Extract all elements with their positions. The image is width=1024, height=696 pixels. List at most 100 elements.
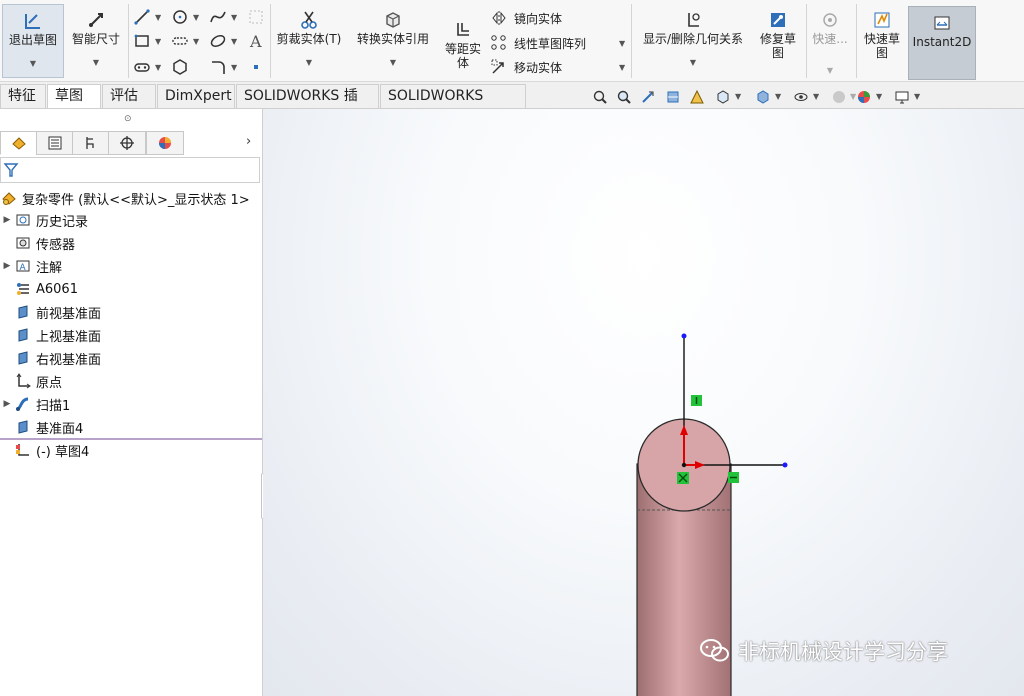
tab-dimxpert[interactable]: DimXpert (157, 84, 235, 108)
panel-grip-icon[interactable]: ⊙ (124, 114, 132, 124)
ellipse-dropdown-icon[interactable]: ▼ (231, 37, 237, 46)
tree-item-material[interactable]: A6061 (0, 278, 78, 300)
tab-sketch[interactable]: 草图 (47, 84, 101, 108)
fillet-dropdown-icon[interactable]: ▼ (231, 63, 237, 72)
text-tool-icon[interactable]: A (246, 31, 266, 51)
linear-pattern-button[interactable]: 线性草图阵列 (490, 33, 586, 53)
configuration-manager-tab-icon[interactable] (72, 131, 110, 155)
tree-item-plane4[interactable]: 基准面4 (0, 416, 83, 438)
tree-item-front-plane[interactable]: 前视基准面 (0, 301, 101, 323)
expand-arrow-icon[interactable]: ▶ (0, 261, 14, 271)
tree-item-sweep[interactable]: ▶ 扫描1 (0, 393, 70, 415)
view-settings-icon[interactable] (893, 88, 911, 106)
slot-tool-icon[interactable] (170, 31, 190, 51)
tree-item-history[interactable]: ▶ 历史记录 (0, 209, 88, 231)
feature-manager-tab-icon[interactable] (0, 131, 38, 155)
tree-filter-bar[interactable] (0, 157, 260, 183)
sketch-canvas[interactable] (263, 109, 1024, 696)
tab-features[interactable]: 特征 (0, 84, 46, 108)
smart-dimension-dropdown-icon[interactable]: ▼ (93, 56, 99, 70)
repair-sketch-button[interactable]: 修复草 图 (754, 4, 802, 78)
filter-icon[interactable] (3, 162, 19, 178)
slot-dropdown-icon[interactable]: ▼ (193, 37, 199, 46)
panel-tabs-more-icon[interactable]: › (246, 134, 251, 149)
move-entities-button[interactable]: 移动实体 (490, 57, 562, 77)
ellipse-tool-icon[interactable] (208, 31, 228, 51)
display-style-icon[interactable] (754, 88, 772, 106)
circle-tool-icon[interactable] (170, 7, 190, 27)
slot-straight-icon[interactable] (132, 57, 152, 77)
plane-icon (14, 326, 32, 344)
circle-dropdown-icon[interactable]: ▼ (193, 13, 199, 22)
expand-arrow-icon[interactable]: ▶ (0, 399, 14, 409)
section-view-icon[interactable] (664, 88, 682, 106)
hide-show-items-icon[interactable] (792, 88, 810, 106)
exit-sketch-button[interactable]: 退出草图 ▼ (2, 4, 64, 78)
fillet-tool-icon[interactable] (208, 57, 228, 77)
smart-dimension-button[interactable]: 智能尺寸 ▼ (66, 4, 126, 78)
convert-entities-button[interactable]: 转换实体引用 ▼ (350, 4, 436, 78)
offset-entities-button[interactable]: 等距实 体 (440, 14, 486, 74)
tree-item-right-plane[interactable]: 右视基准面 (0, 347, 101, 369)
spline-dropdown-icon[interactable]: ▼ (231, 13, 237, 22)
polygon-tool-icon[interactable] (170, 57, 190, 77)
mirror-entities-label: 镜向实体 (514, 11, 563, 26)
history-icon (14, 211, 32, 229)
move-dropdown-icon[interactable]: ▼ (619, 63, 625, 72)
mirror-icon (492, 11, 506, 25)
display-manager-tab-icon[interactable] (146, 131, 184, 155)
graphics-area[interactable] (263, 109, 1024, 696)
tree-item-label: 扫描1 (36, 398, 71, 414)
rapid-sketch-label-2: 图 (875, 46, 888, 60)
apply-scene-icon[interactable] (855, 88, 873, 106)
display-relations-button[interactable]: 显示/删除几何关系 ▼ (634, 4, 752, 78)
slot-straight-dropdown-icon[interactable]: ▼ (155, 63, 161, 72)
instant2d-button[interactable]: Instant2D (908, 6, 976, 80)
exit-sketch-dropdown-icon[interactable]: ▼ (30, 57, 36, 71)
zoom-area-icon[interactable] (615, 88, 633, 106)
convert-dropdown-icon[interactable]: ▼ (390, 56, 396, 70)
point-tool-icon[interactable] (246, 57, 266, 77)
rectangle-tool-icon[interactable] (132, 31, 152, 51)
rapid-sketch-button[interactable]: 快速草 图 (858, 4, 906, 78)
relations-dropdown-icon[interactable]: ▼ (690, 56, 696, 70)
convert-entities-label: 转换实体引用 (356, 32, 429, 46)
scene-dropdown-icon[interactable]: ▼ (876, 92, 882, 101)
rectangle-dropdown-icon[interactable]: ▼ (155, 37, 161, 46)
previous-view-icon[interactable] (639, 88, 657, 106)
surface-spline-icon[interactable] (246, 7, 266, 27)
zoom-to-fit-icon[interactable] (591, 88, 609, 106)
trim-entities-button[interactable]: 剪裁实体(T) ▼ (272, 4, 346, 78)
tab-evaluate[interactable]: 评估 (102, 84, 156, 108)
display-style-dropdown-icon[interactable]: ▼ (775, 92, 781, 101)
tree-item-top-plane[interactable]: 上视基准面 (0, 324, 101, 346)
quick-snaps-dropdown-icon[interactable]: ▼ (827, 64, 833, 78)
spline-tool-icon[interactable] (208, 7, 228, 27)
dimxpert-manager-tab-icon[interactable] (108, 131, 146, 155)
edit-appearance-icon[interactable] (830, 88, 848, 106)
mirror-entities-button[interactable]: 镜向实体 (490, 8, 562, 28)
origin-point[interactable] (681, 462, 687, 468)
line-tool-icon[interactable] (132, 7, 152, 27)
tree-root-part[interactable]: 复杂零件 (默认<<默认>_显示状态 1> (0, 187, 250, 209)
watermark: 非标机械设计学习分享 (700, 636, 948, 666)
tree-item-origin[interactable]: 原点 (0, 370, 62, 392)
pattern-dropdown-icon[interactable]: ▼ (619, 39, 625, 48)
line-dropdown-icon[interactable]: ▼ (155, 13, 161, 22)
property-manager-tab-icon[interactable] (36, 131, 74, 155)
tree-item-sensors[interactable]: 传感器 (0, 232, 75, 254)
view-settings-dropdown-icon[interactable]: ▼ (914, 92, 920, 101)
hide-show-dropdown-icon[interactable]: ▼ (813, 92, 819, 101)
tab-solidworks-addins[interactable]: SOLIDWORKS 插件 (236, 84, 379, 126)
quick-snaps-button[interactable]: 快速... ▼ (808, 4, 852, 78)
tab-solidworks-mbd[interactable]: SOLIDWORKS MBD (380, 84, 526, 126)
line-endpoint-top[interactable] (681, 333, 687, 339)
expand-arrow-icon[interactable]: ▶ (0, 215, 14, 225)
trim-dropdown-icon[interactable]: ▼ (306, 56, 312, 70)
tree-item-sketch4[interactable]: (-) 草图4 (0, 439, 89, 461)
tree-item-annotations[interactable]: ▶ A 注解 (0, 255, 62, 277)
view-orientation-dropdown-icon[interactable]: ▼ (735, 92, 741, 101)
dynamic-annotation-icon[interactable] (688, 88, 706, 106)
line-endpoint-right[interactable] (782, 462, 788, 468)
view-orientation-icon[interactable] (714, 88, 732, 106)
